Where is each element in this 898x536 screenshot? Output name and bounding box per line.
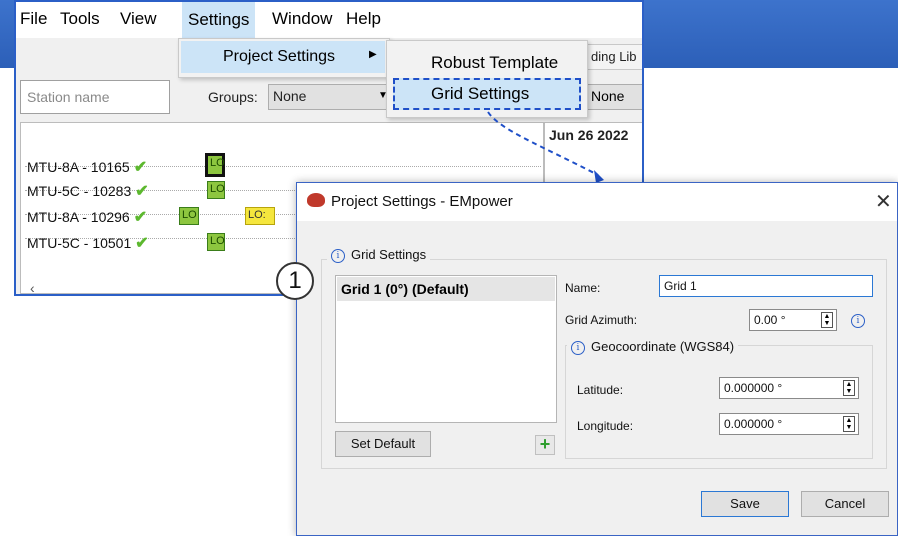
longitude-input[interactable]: 0.000000 °: [719, 413, 859, 435]
grid-list-item[interactable]: Grid 1 (0°) (Default): [337, 277, 555, 301]
callout-number-badge: 1: [276, 262, 314, 300]
geo-title-text: Geocoordinate (WGS84): [591, 339, 735, 354]
set-default-button[interactable]: Set Default: [335, 431, 431, 457]
info-icon[interactable]: i: [331, 248, 345, 263]
close-icon[interactable]: ✕: [875, 189, 892, 214]
grid-list[interactable]: Grid 1 (0°) (Default): [335, 275, 557, 423]
cancel-button[interactable]: Cancel: [801, 491, 889, 517]
grid-azimuth-label: Grid Azimuth:: [565, 313, 638, 327]
info-icon[interactable]: i: [571, 340, 585, 355]
spin-icon[interactable]: ▲ ▼: [843, 380, 855, 396]
latitude-input[interactable]: 0.000000 °: [719, 377, 859, 399]
group-title-text: Grid Settings: [351, 247, 427, 262]
info-icon[interactable]: i: [851, 314, 865, 328]
grid-name-input[interactable]: Grid 1: [659, 275, 873, 297]
geocoordinate-title: i Geocoordinate (WGS84): [567, 339, 739, 355]
dialog-titlebar: Project Settings - EMpower ✕: [297, 183, 897, 221]
grid-settings-title: i Grid Settings: [327, 247, 431, 263]
latitude-label: Latitude:: [577, 383, 624, 397]
app-icon: [307, 193, 325, 207]
save-button[interactable]: Save: [701, 491, 789, 517]
longitude-label: Longitude:: [577, 419, 634, 433]
geocoordinate-group: [565, 345, 873, 459]
name-label: Name:: [565, 281, 601, 295]
dialog-title: Project Settings - EMpower: [331, 193, 513, 210]
project-settings-dialog: Project Settings - EMpower ✕ i Grid Setti…: [296, 182, 898, 536]
spin-icon[interactable]: ▲ ▼: [843, 416, 855, 432]
add-icon[interactable]: +: [535, 435, 555, 455]
spin-icon[interactable]: ▲ ▼: [821, 312, 833, 328]
